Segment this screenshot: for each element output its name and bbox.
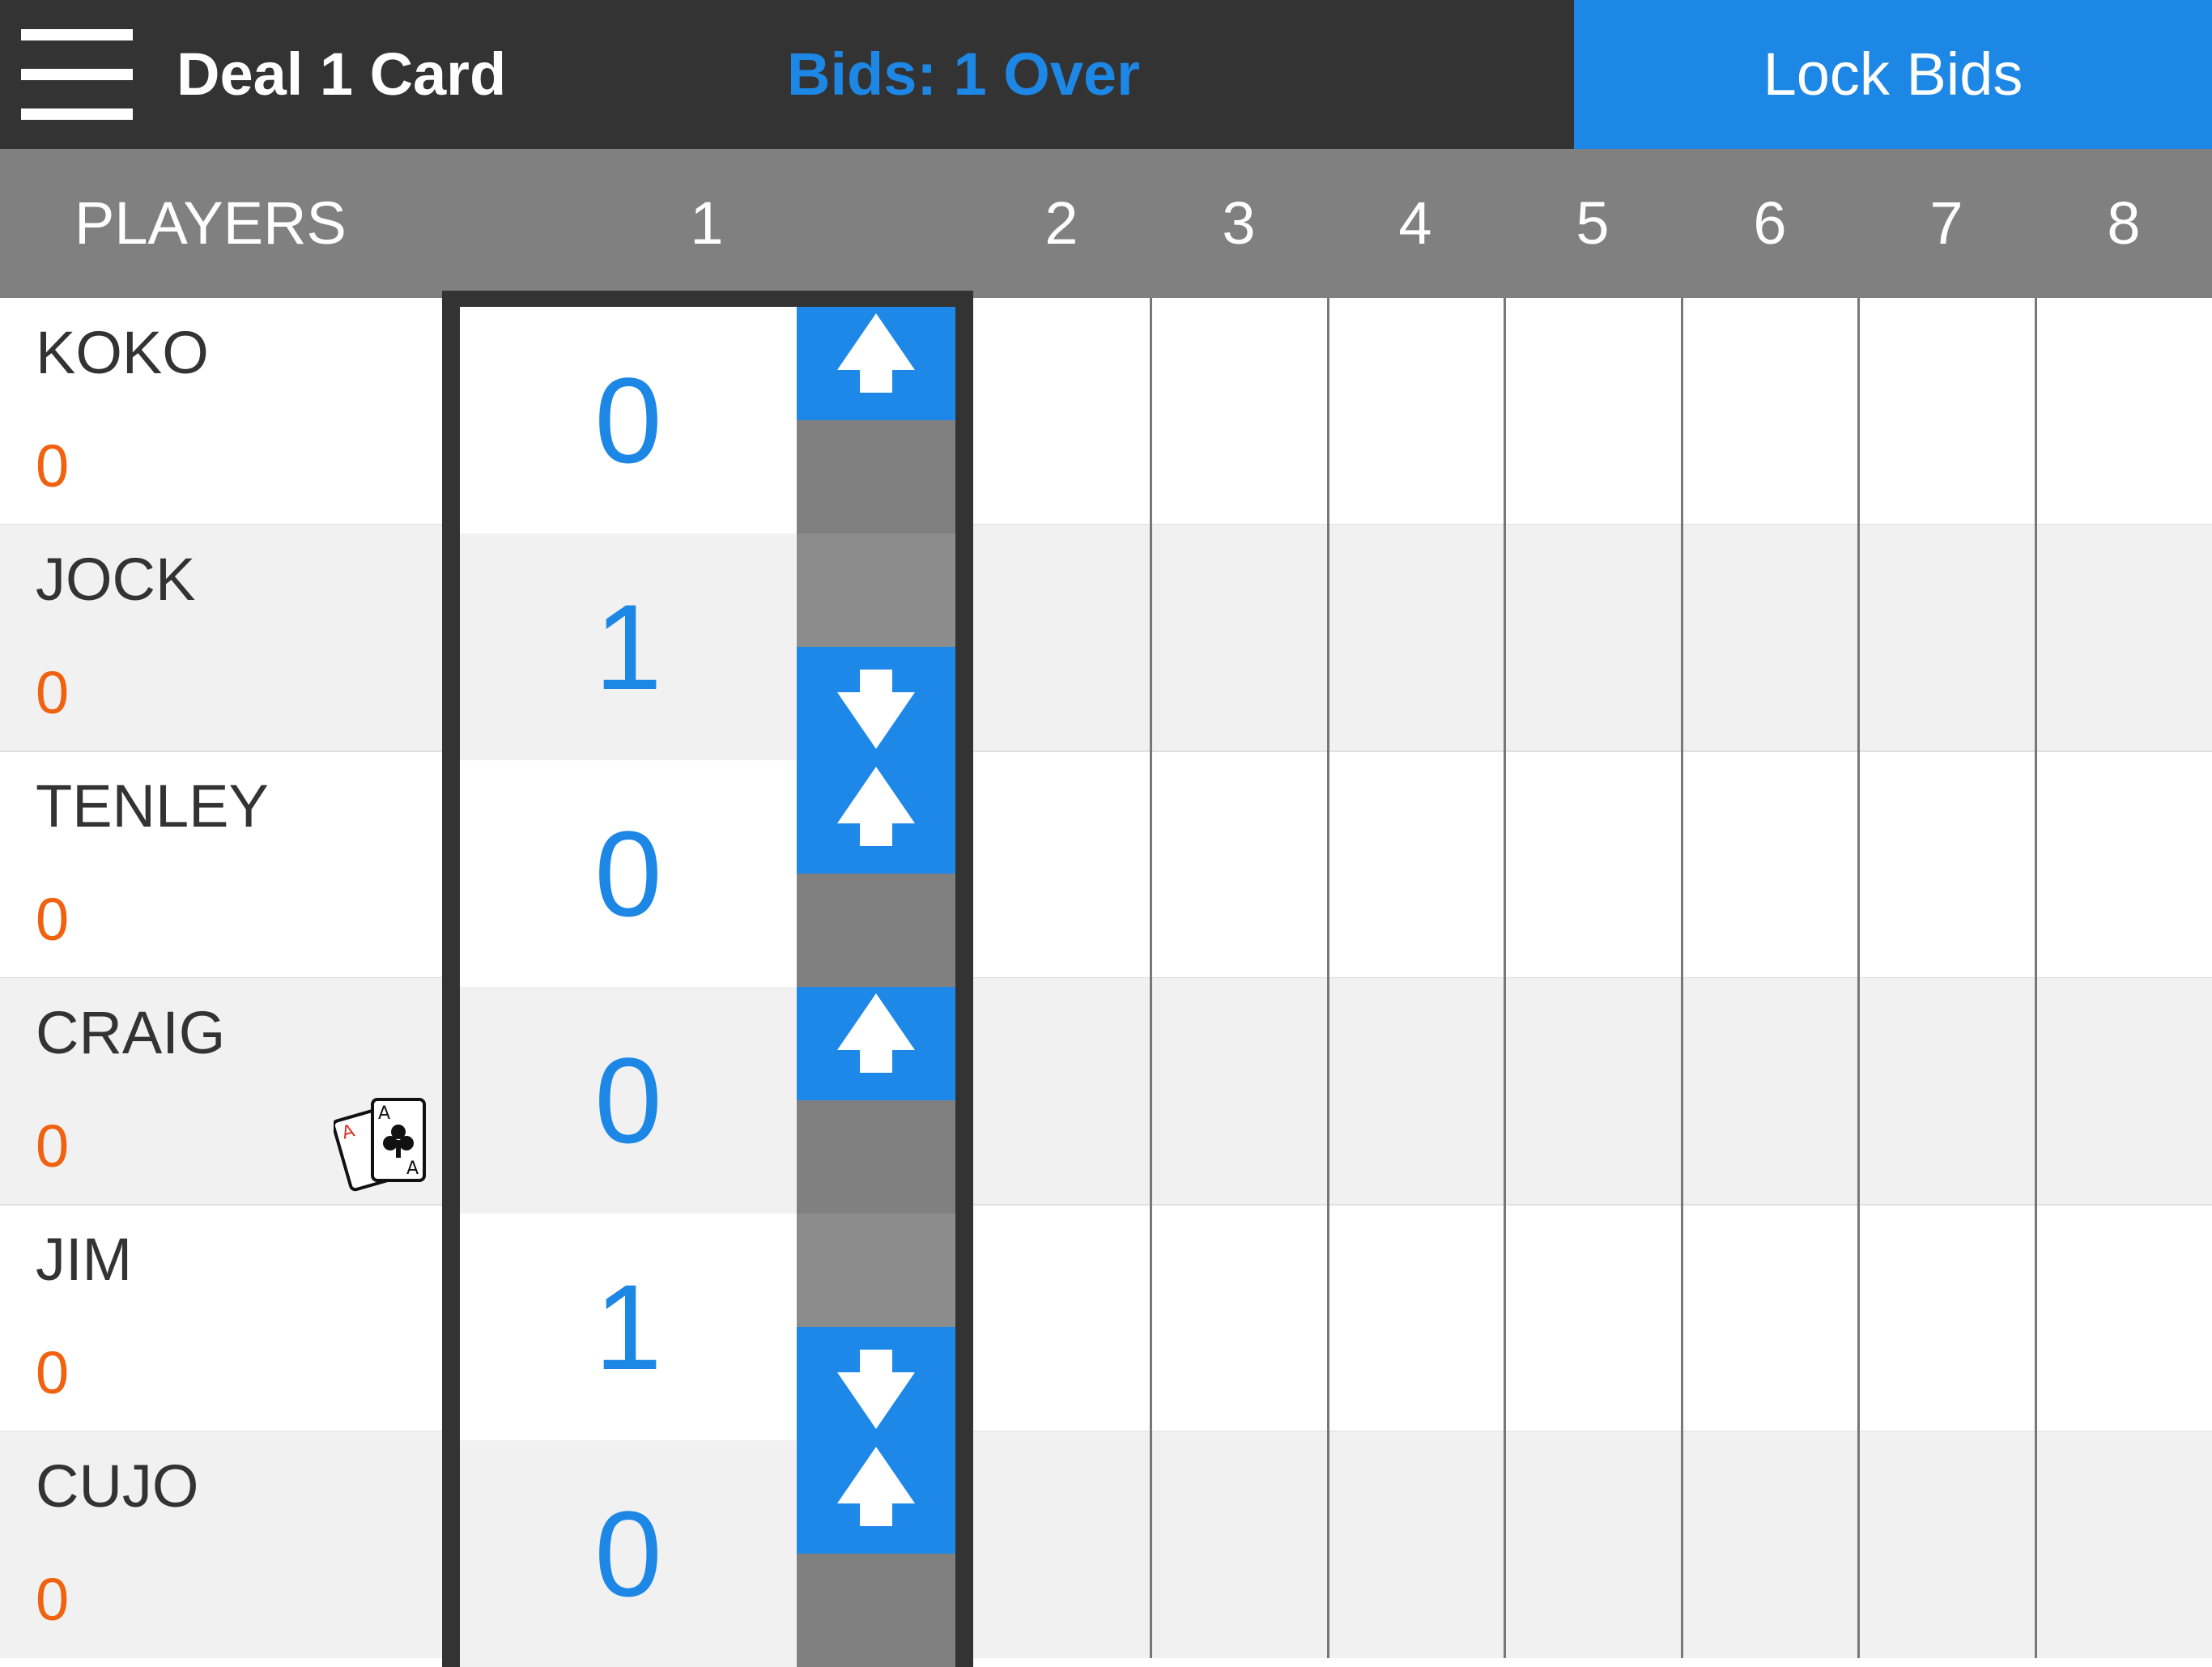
player-score: 0 (36, 1112, 70, 1180)
player-score: 0 (36, 1339, 70, 1406)
player-score: 0 (36, 886, 70, 953)
bid-cell: 1 (460, 1214, 797, 1440)
deal-title: Deal 1 Card (177, 40, 507, 108)
arrow-down-icon (837, 670, 915, 749)
lock-bids-button[interactable]: Lock Bids (1574, 0, 2212, 149)
bid-down-button[interactable] (797, 420, 955, 534)
round-header-5: 5 (1576, 189, 1610, 257)
round-header-2: 2 (1044, 189, 1078, 257)
player-name: KOKO (36, 319, 209, 386)
bid-down-button[interactable] (797, 1327, 955, 1440)
player-name: TENLEY (36, 772, 269, 840)
bid-down-button[interactable] (797, 647, 955, 760)
arrow-up-icon (837, 313, 915, 393)
bid-up-button[interactable] (797, 534, 955, 647)
bid-stepper (797, 987, 955, 1214)
bid-cell: 0 (460, 1440, 797, 1667)
arrow-up-icon (837, 1447, 915, 1526)
bid-stepper (797, 760, 955, 987)
round-header-7: 7 (1929, 189, 1963, 257)
bid-down-button[interactable] (797, 874, 955, 987)
round-header-row: PLAYERS 1 2 3 4 5 6 7 8 (0, 149, 2212, 298)
player-score: 0 (36, 1566, 70, 1633)
bid-value: 1 (594, 1259, 662, 1395)
player-name: JOCK (36, 546, 196, 613)
arrow-up-icon (837, 993, 915, 1073)
round-header-1: 1 (690, 189, 724, 257)
round-header-8: 8 (2107, 189, 2141, 257)
svg-text:A: A (378, 1104, 390, 1124)
bid-value: 0 (594, 806, 662, 942)
bid-up-button[interactable] (797, 987, 955, 1100)
player-row: JOCK 0 (0, 525, 2212, 751)
bid-stepper (797, 1214, 955, 1440)
playing-cards-icon: A A A (334, 1098, 426, 1192)
top-bar: Deal 1 Card Bids: 1 Over Lock Bids (0, 0, 2212, 149)
player-name: CRAIG (36, 999, 226, 1066)
round-header-4: 4 (1398, 189, 1432, 257)
bid-up-button[interactable] (797, 1440, 955, 1554)
hamburger-menu-icon[interactable] (21, 29, 133, 120)
arrow-up-icon (837, 767, 915, 846)
player-row: KOKO 0 (0, 298, 2212, 525)
bid-value: 0 (594, 1486, 662, 1622)
player-name: JIM (36, 1226, 133, 1293)
bid-cell: 1 (460, 534, 797, 760)
bid-stepper (797, 1440, 955, 1667)
bid-stepper (797, 307, 955, 534)
column-divider (1327, 298, 1329, 1658)
bid-up-button[interactable] (797, 307, 955, 420)
column-divider (2035, 298, 2037, 1658)
bid-up-button[interactable] (797, 1214, 955, 1327)
bid-value: 0 (594, 352, 662, 488)
round-header-3: 3 (1222, 189, 1256, 257)
score-grid: KOKO 0 JOCK 0 TENLEY 0 CRAIG 0 JIM 0 CUJ… (0, 298, 2212, 1658)
player-score: 0 (36, 659, 70, 726)
arrow-down-icon (837, 1350, 915, 1429)
player-score: 0 (36, 432, 70, 500)
bid-cell: 0 (460, 760, 797, 987)
player-row: CUJO 0 (0, 1431, 2212, 1658)
player-row: CRAIG 0 (0, 978, 2212, 1205)
bids-status: Bids: 1 Over (787, 40, 1140, 108)
bid-value: 0 (594, 1032, 662, 1168)
column-divider (1150, 298, 1152, 1658)
player-row: JIM 0 (0, 1205, 2212, 1431)
bid-down-button[interactable] (797, 1100, 955, 1214)
svg-text:A: A (406, 1159, 419, 1179)
bid-stepper (797, 534, 955, 760)
column-divider (1681, 298, 1683, 1658)
player-name: CUJO (36, 1452, 199, 1520)
bid-value: 1 (594, 579, 662, 715)
bid-cell: 0 (460, 307, 797, 534)
players-column-header: PLAYERS (74, 189, 347, 257)
bid-down-button[interactable] (797, 1554, 955, 1667)
bid-up-button[interactable] (797, 760, 955, 874)
round-header-6: 6 (1753, 189, 1787, 257)
column-divider (1504, 298, 1506, 1658)
column-divider (1857, 298, 1860, 1658)
bid-cell: 0 (460, 987, 797, 1214)
player-row: TENLEY 0 (0, 751, 2212, 978)
